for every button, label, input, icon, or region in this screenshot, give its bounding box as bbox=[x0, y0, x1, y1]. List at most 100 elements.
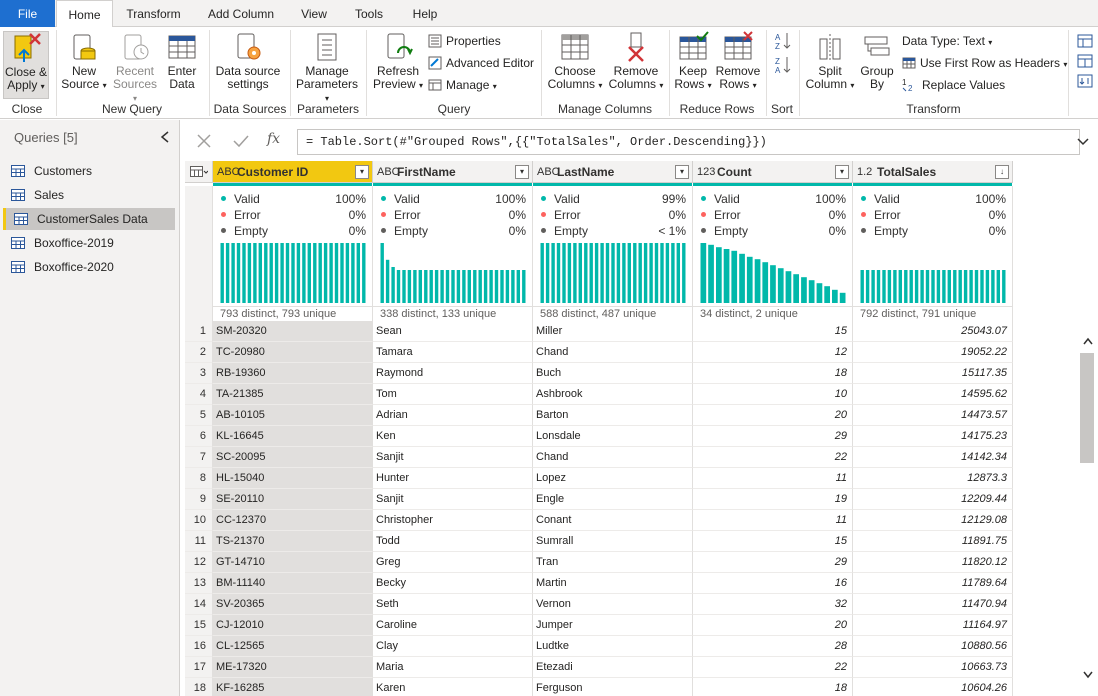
row-number[interactable]: 2 bbox=[185, 342, 213, 363]
table-menu-button[interactable] bbox=[185, 161, 213, 183]
row-number[interactable]: 14 bbox=[185, 594, 213, 615]
cell-totalsales[interactable]: 14595.62 bbox=[853, 384, 1013, 405]
cell-totalsales[interactable]: 11891.75 bbox=[853, 531, 1013, 552]
histogram-bar[interactable] bbox=[545, 243, 550, 303]
cell-customer-id[interactable]: HL-15040 bbox=[213, 468, 373, 489]
scroll-down-icon[interactable] bbox=[1083, 671, 1093, 679]
histogram-bar[interactable] bbox=[898, 270, 902, 303]
cell-lastname[interactable]: Jumper bbox=[533, 615, 693, 636]
cell-customer-id[interactable]: ME-17320 bbox=[213, 657, 373, 678]
formula-input[interactable]: = Table.Sort(#"Grouped Rows",{{"TotalSal… bbox=[297, 129, 1080, 155]
enter-data-button[interactable]: Enter Data bbox=[162, 31, 202, 91]
histogram-bar[interactable] bbox=[893, 270, 897, 303]
cell-count[interactable]: 15 bbox=[693, 531, 853, 552]
cell-customer-id[interactable]: GT-14710 bbox=[213, 552, 373, 573]
histogram-bar[interactable] bbox=[660, 243, 664, 303]
recent-sources-button[interactable]: Recent Sources ▾ bbox=[110, 31, 160, 105]
cell-lastname[interactable]: Engle bbox=[533, 489, 693, 510]
cell-totalsales[interactable]: 11470.94 bbox=[853, 594, 1013, 615]
histogram-bar[interactable] bbox=[770, 265, 776, 303]
histogram-bar[interactable] bbox=[274, 243, 279, 303]
histogram-bar[interactable] bbox=[418, 270, 422, 303]
row-number[interactable]: 18 bbox=[185, 678, 213, 696]
column-header-firstname[interactable]: ABC FirstName ▾ bbox=[373, 161, 533, 183]
keep-rows-button[interactable]: Keep Rows ▾ bbox=[673, 31, 713, 92]
column-header-totalsales[interactable]: 1.2 TotalSales ↓ bbox=[853, 161, 1013, 183]
cell-customer-id[interactable]: CC-12370 bbox=[213, 510, 373, 531]
cell-lastname[interactable]: Ludtke bbox=[533, 636, 693, 657]
histogram-bar[interactable] bbox=[708, 244, 714, 303]
histogram-bar[interactable] bbox=[996, 270, 1000, 303]
advanced-editor-button[interactable]: Advanced Editor bbox=[428, 54, 534, 72]
histogram-bar[interactable] bbox=[424, 270, 428, 303]
histogram-bar[interactable] bbox=[440, 270, 444, 303]
histogram-bar[interactable] bbox=[839, 292, 846, 303]
table-row[interactable]: 8 HL-15040 Hunter Lopez 11 12873.3 bbox=[185, 468, 1078, 489]
histogram-bar[interactable] bbox=[754, 259, 761, 303]
row-number[interactable]: 9 bbox=[185, 489, 213, 510]
column-type-icon[interactable]: 1.2 bbox=[857, 161, 872, 183]
cell-lastname[interactable]: Ferguson bbox=[533, 678, 693, 696]
histogram-bar[interactable] bbox=[505, 270, 510, 303]
cell-count[interactable]: 16 bbox=[693, 573, 853, 594]
histogram-bar[interactable] bbox=[824, 286, 830, 303]
tab-add-column[interactable]: Add Column bbox=[196, 0, 286, 27]
cell-count[interactable]: 20 bbox=[693, 405, 853, 426]
sort-descending-filter-icon[interactable]: ↓ bbox=[995, 165, 1009, 179]
histogram-bar[interactable] bbox=[816, 283, 823, 303]
cell-totalsales[interactable]: 14175.23 bbox=[853, 426, 1013, 447]
cell-customer-id[interactable]: SM-20320 bbox=[213, 321, 373, 342]
properties-button[interactable]: Properties bbox=[428, 32, 501, 50]
row-number[interactable]: 7 bbox=[185, 447, 213, 468]
histogram-bar[interactable] bbox=[953, 270, 957, 303]
histogram-bar[interactable] bbox=[676, 243, 680, 303]
cancel-formula-icon[interactable] bbox=[197, 134, 211, 148]
cell-lastname[interactable]: Chand bbox=[533, 342, 693, 363]
cell-customer-id[interactable]: SV-20365 bbox=[213, 594, 373, 615]
cell-count[interactable]: 15 bbox=[693, 321, 853, 342]
cell-lastname[interactable]: Miller bbox=[533, 321, 693, 342]
remove-rows-button[interactable]: Remove Rows ▾ bbox=[715, 31, 761, 92]
tab-file[interactable]: File bbox=[0, 0, 55, 27]
group-by-button[interactable]: Group By bbox=[857, 31, 897, 91]
vertical-scrollbar[interactable] bbox=[1078, 161, 1098, 696]
histogram-bar[interactable] bbox=[616, 243, 621, 303]
histogram-bar[interactable] bbox=[627, 243, 631, 303]
histogram-bar[interactable] bbox=[991, 270, 995, 303]
function-icon[interactable]: fx bbox=[267, 131, 280, 147]
histogram-bar[interactable] bbox=[242, 243, 246, 303]
cell-firstname[interactable]: Sanjit bbox=[373, 489, 533, 510]
histogram-bar[interactable] bbox=[785, 271, 792, 303]
row-number[interactable]: 6 bbox=[185, 426, 213, 447]
cell-firstname[interactable]: Maria bbox=[373, 657, 533, 678]
tab-view[interactable]: View bbox=[290, 0, 338, 27]
histogram-bar[interactable] bbox=[980, 270, 984, 303]
table-row[interactable]: 5 AB-10105 Adrian Barton 20 14473.57 bbox=[185, 405, 1078, 426]
histogram-bar[interactable] bbox=[380, 243, 384, 303]
histogram-bar[interactable] bbox=[985, 270, 990, 303]
histogram-bar[interactable] bbox=[402, 270, 406, 303]
histogram-bar[interactable] bbox=[516, 270, 520, 303]
value-distribution-histogram[interactable] bbox=[860, 243, 1006, 303]
histogram-bar[interactable] bbox=[473, 270, 477, 303]
table-row[interactable]: 16 CL-12565 Clay Ludtke 28 10880.56 bbox=[185, 636, 1078, 657]
cell-lastname[interactable]: Sumrall bbox=[533, 531, 693, 552]
histogram-bar[interactable] bbox=[936, 270, 941, 303]
histogram-bar[interactable] bbox=[236, 243, 241, 303]
histogram-bar[interactable] bbox=[925, 270, 930, 303]
use-first-row-as-headers-button[interactable]: Use First Row as Headers ▾ bbox=[902, 54, 1067, 72]
histogram-bar[interactable] bbox=[340, 243, 344, 303]
cell-firstname[interactable]: Sanjit bbox=[373, 447, 533, 468]
cell-firstname[interactable]: Hunter bbox=[373, 468, 533, 489]
histogram-bar[interactable] bbox=[253, 243, 257, 303]
cell-lastname[interactable]: Lonsdale bbox=[533, 426, 693, 447]
cell-totalsales[interactable]: 11164.97 bbox=[853, 615, 1013, 636]
scroll-up-icon[interactable] bbox=[1083, 337, 1093, 345]
histogram-bar[interactable] bbox=[947, 270, 951, 303]
histogram-bar[interactable] bbox=[318, 243, 322, 303]
row-number[interactable]: 4 bbox=[185, 384, 213, 405]
cell-totalsales[interactable]: 10604.26 bbox=[853, 678, 1013, 696]
cell-count[interactable]: 29 bbox=[693, 552, 853, 573]
cell-lastname[interactable]: Barton bbox=[533, 405, 693, 426]
histogram-bar[interactable] bbox=[643, 243, 648, 303]
